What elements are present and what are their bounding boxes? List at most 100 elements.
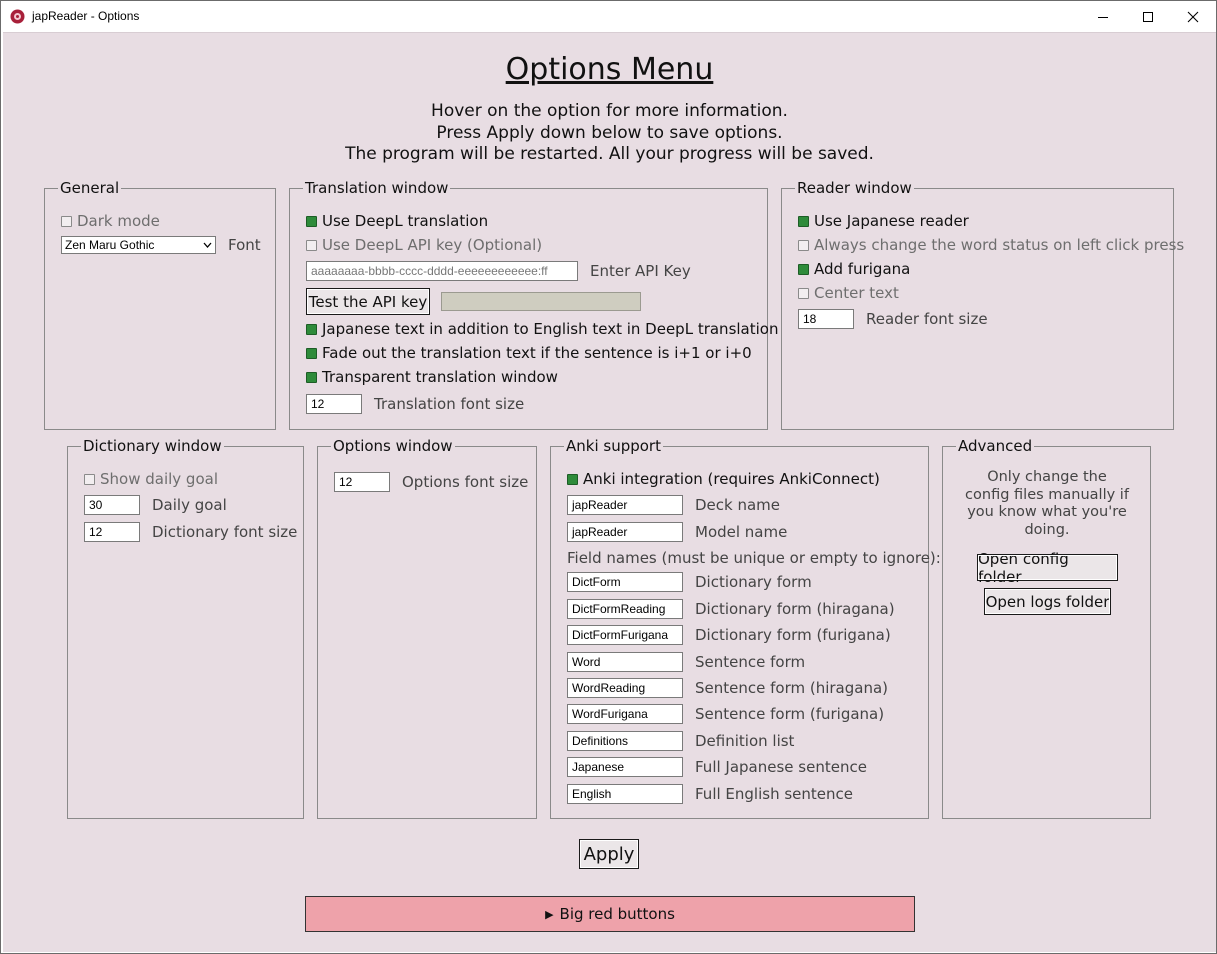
options-font-size-label: Options font size xyxy=(402,473,529,491)
reader-window-title: Reader window xyxy=(795,179,914,197)
api-key-label: Enter API Key xyxy=(590,262,691,280)
use-deepl-checkbox-box[interactable] xyxy=(306,215,317,227)
anki-integration-checkbox-box[interactable] xyxy=(567,473,578,485)
api-key-status-bar xyxy=(441,292,641,311)
reader-font-size-row: 18 Reader font size xyxy=(798,309,988,329)
minimize-button[interactable] xyxy=(1080,1,1126,32)
intro-text: Hover on the option for more information… xyxy=(3,101,1216,166)
dictionary-font-size-input[interactable]: 12 xyxy=(84,522,140,542)
center-text-checkbox[interactable]: Center text xyxy=(798,284,899,302)
show-daily-goal-checkbox-box[interactable] xyxy=(84,473,95,485)
font-select-value: Zen Maru Gothic xyxy=(65,238,155,252)
show-daily-goal-checkbox[interactable]: Show daily goal xyxy=(84,470,218,488)
options-client-area: Options Menu Hover on the option for mor… xyxy=(3,32,1216,952)
transparent-window-checkbox-box[interactable] xyxy=(306,371,317,383)
japanese-text-checkbox[interactable]: Japanese text in addition to English tex… xyxy=(306,320,778,338)
translation-font-size-label: Translation font size xyxy=(374,395,525,413)
show-daily-goal-label: Show daily goal xyxy=(100,470,218,488)
add-furigana-label: Add furigana xyxy=(814,260,911,278)
translation-font-size-input[interactable]: 12 xyxy=(306,394,362,414)
use-japanese-reader-checkbox-box[interactable] xyxy=(798,215,809,227)
fade-out-checkbox-box[interactable] xyxy=(306,347,317,359)
apply-button[interactable]: Apply xyxy=(579,839,639,869)
add-furigana-checkbox[interactable]: Add furigana xyxy=(798,260,910,278)
dictionary-font-size-label: Dictionary font size xyxy=(152,523,298,541)
daily-goal-label: Daily goal xyxy=(152,496,227,514)
maximize-icon xyxy=(1143,11,1153,22)
field-names-label: Field names (must be unique or empty to … xyxy=(567,549,941,567)
window-title: japReader - Options xyxy=(32,9,140,23)
big-red-buttons-toggle[interactable]: ▶ Big red buttons xyxy=(305,896,915,932)
general-title: General xyxy=(58,179,122,197)
use-api-key-checkbox[interactable]: Use DeepL API key (Optional) xyxy=(306,236,542,254)
dark-mode-label: Dark mode xyxy=(77,212,160,230)
font-row: Zen Maru Gothic Font xyxy=(61,236,261,254)
add-furigana-checkbox-box[interactable] xyxy=(798,263,809,275)
deck-name-label: Deck name xyxy=(695,496,781,514)
field-label: Dictionary form xyxy=(695,573,812,591)
options-window: japReader - Options Options Menu Hover o… xyxy=(0,0,1217,954)
api-key-input[interactable]: aaaaaaaa-bbbb-cccc-dddd-eeeeeeeeeeee:ff xyxy=(306,261,578,281)
options-font-size-input[interactable]: 12 xyxy=(334,472,390,492)
field-input[interactable]: Word xyxy=(567,652,683,672)
close-button[interactable] xyxy=(1170,1,1216,32)
advanced-title: Advanced xyxy=(956,437,1035,455)
field-input[interactable]: Definitions xyxy=(567,731,683,751)
field-label: Dictionary form (hiragana) xyxy=(695,600,895,618)
field-label: Definition list xyxy=(695,732,795,750)
field-input[interactable]: WordReading xyxy=(567,678,683,698)
field-names-heading: Field names (must be unique or empty to … xyxy=(567,549,941,567)
reader-font-size-input[interactable]: 18 xyxy=(798,309,854,329)
advanced-note-line-2: config files manually if xyxy=(965,486,1129,503)
always-change-status-checkbox[interactable]: Always change the word status on left cl… xyxy=(798,236,1184,254)
field-label: Sentence form xyxy=(695,653,806,671)
use-deepl-label: Use DeepL translation xyxy=(322,212,489,230)
japanese-text-label: Japanese text in addition to English tex… xyxy=(322,320,779,338)
minimize-icon xyxy=(1098,16,1108,18)
open-config-folder-button[interactable]: Open config folder xyxy=(977,550,1118,586)
field-label: Full English sentence xyxy=(695,785,853,803)
field-row: DictFormFurigana Dictionary form (furiga… xyxy=(567,625,891,645)
fade-out-checkbox[interactable]: Fade out the translation text if the sen… xyxy=(306,344,752,362)
use-api-key-checkbox-box[interactable] xyxy=(306,239,317,251)
dark-mode-checkbox-box[interactable] xyxy=(61,215,72,227)
anki-integration-checkbox[interactable]: Anki integration (requires AnkiConnect) xyxy=(567,470,880,488)
field-input[interactable]: DictFormReading xyxy=(567,599,683,619)
intro-line-2: Press Apply down below to save options. xyxy=(436,122,783,143)
dark-mode-checkbox[interactable]: Dark mode xyxy=(61,212,160,230)
field-row: Japanese Full Japanese sentence xyxy=(567,757,867,777)
title-bar[interactable]: japReader - Options xyxy=(1,1,1216,32)
test-api-key-button[interactable]: Test the API key xyxy=(306,288,430,315)
japanese-text-checkbox-box[interactable] xyxy=(306,323,317,335)
maximize-button[interactable] xyxy=(1125,1,1171,32)
triangle-right-icon: ▶ xyxy=(545,907,554,921)
deck-name-input[interactable]: japReader xyxy=(567,495,683,515)
center-text-checkbox-box[interactable] xyxy=(798,287,809,299)
field-input[interactable]: English xyxy=(567,784,683,804)
model-name-label: Model name xyxy=(695,523,788,541)
reader-font-size-label: Reader font size xyxy=(866,310,988,328)
field-row: DictForm Dictionary form xyxy=(567,572,812,592)
advanced-note: Only change the config files manually if… xyxy=(943,469,1151,539)
font-select[interactable]: Zen Maru Gothic xyxy=(61,236,216,254)
field-input[interactable]: DictForm xyxy=(567,572,683,592)
advanced-group: Advanced Only change the config files ma… xyxy=(942,437,1151,819)
app-logo-icon xyxy=(10,9,25,24)
anki-integration-label: Anki integration (requires AnkiConnect) xyxy=(583,470,880,488)
chevron-down-icon xyxy=(203,242,212,248)
general-group: General Dark mode Zen Maru Gothic Font xyxy=(44,179,276,430)
daily-goal-input[interactable]: 30 xyxy=(84,495,140,515)
field-input[interactable]: DictFormFurigana xyxy=(567,625,683,645)
use-deepl-checkbox[interactable]: Use DeepL translation xyxy=(306,212,488,230)
always-change-status-checkbox-box[interactable] xyxy=(798,239,809,251)
transparent-window-checkbox[interactable]: Transparent translation window xyxy=(306,368,558,386)
advanced-note-line-1: Only change the xyxy=(987,469,1107,485)
translation-font-size-row: 12 Translation font size xyxy=(306,394,524,414)
open-logs-folder-button[interactable]: Open logs folder xyxy=(984,588,1111,615)
fade-out-label: Fade out the translation text if the sen… xyxy=(322,344,752,362)
model-name-input[interactable]: japReader xyxy=(567,522,683,542)
field-input[interactable]: WordFurigana xyxy=(567,704,683,724)
field-input[interactable]: Japanese xyxy=(567,757,683,777)
use-japanese-reader-checkbox[interactable]: Use Japanese reader xyxy=(798,212,969,230)
always-change-status-label: Always change the word status on left cl… xyxy=(814,236,1185,254)
